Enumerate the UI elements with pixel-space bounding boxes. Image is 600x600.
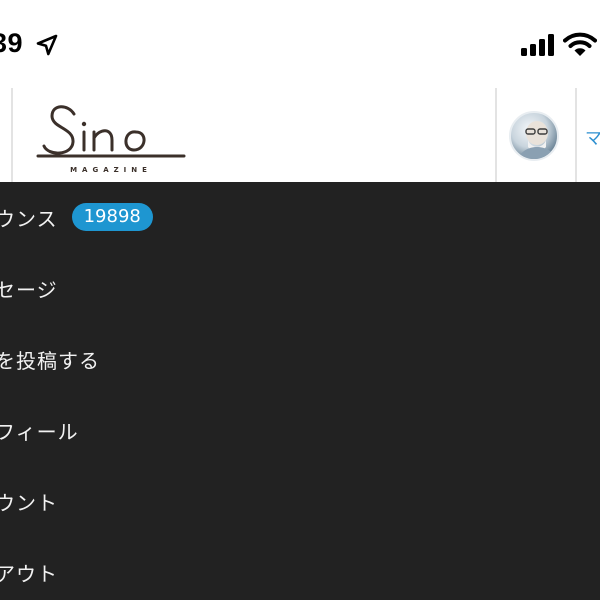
- header-divider: [575, 88, 577, 182]
- menu-item-account[interactable]: ウント: [0, 466, 600, 536]
- header-divider: [495, 88, 497, 182]
- logo-subtext: MAGAZINE: [70, 166, 152, 174]
- header-divider: [11, 88, 13, 182]
- count-badge: 19898: [71, 203, 153, 231]
- menu-item-announcements[interactable]: ウンス 19898: [0, 182, 600, 252]
- menu-item-logout[interactable]: アウト: [0, 537, 600, 600]
- menu-item-label: アウト: [0, 561, 58, 586]
- menu-item-messages[interactable]: セージ: [0, 253, 600, 323]
- menu-item-label: フィール: [0, 419, 79, 444]
- status-bar: 39: [0, 0, 600, 88]
- drawer-menu: ウンス 19898 セージ を投稿する フィール ウント アウト: [0, 182, 600, 600]
- user-avatar[interactable]: [509, 111, 559, 161]
- menu-item-post[interactable]: を投稿する: [0, 324, 600, 394]
- menu-item-profile[interactable]: フィール: [0, 395, 600, 465]
- menu-item-label: ウント: [0, 490, 58, 515]
- cellular-signal-icon: [521, 34, 554, 56]
- app-header: MAGAZINE マ: [0, 88, 600, 182]
- wifi-icon: [563, 32, 597, 56]
- header-link-label[interactable]: マ: [585, 124, 600, 149]
- menu-item-label: を投稿する: [0, 348, 100, 373]
- sino-logo[interactable]: [36, 96, 188, 176]
- location-arrow-icon: [36, 34, 58, 56]
- status-time: 39: [0, 28, 24, 58]
- avatar-portrait-icon: [518, 121, 556, 159]
- menu-item-label: セージ: [0, 277, 58, 302]
- menu-item-label: ウンス: [0, 206, 58, 231]
